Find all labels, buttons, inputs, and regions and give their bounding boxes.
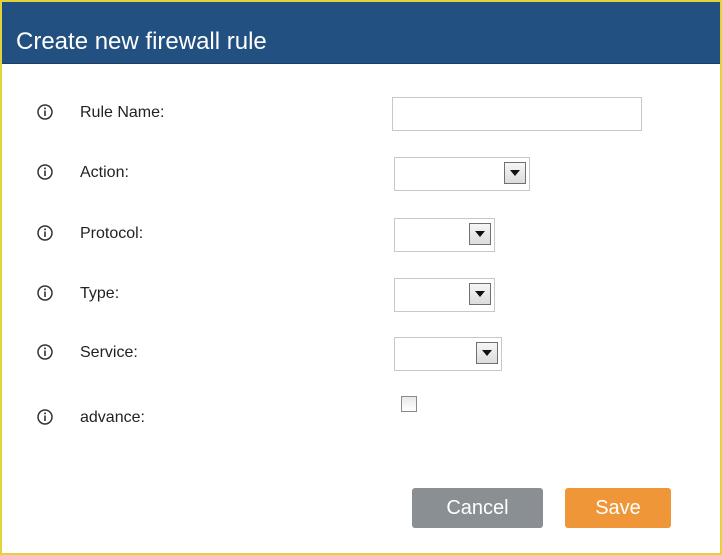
rule-name-row: Rule Name: <box>2 97 720 131</box>
action-label: Action: <box>80 164 129 181</box>
rule-name-label: Rule Name: <box>80 104 165 121</box>
chevron-down-icon[interactable] <box>476 342 498 364</box>
protocol-label: Protocol: <box>80 225 144 242</box>
action-select[interactable] <box>394 157 530 191</box>
advance-label: advance: <box>80 409 145 426</box>
chevron-down-icon[interactable] <box>469 283 491 305</box>
dialog-title: Create new firewall rule <box>16 28 267 55</box>
type-select[interactable] <box>394 278 495 312</box>
advance-checkbox[interactable] <box>401 396 417 412</box>
service-row: Service: <box>2 337 720 371</box>
type-row: Type: <box>2 278 720 312</box>
chevron-down-icon[interactable] <box>469 223 491 245</box>
info-icon[interactable] <box>37 104 53 120</box>
info-icon[interactable] <box>37 409 53 425</box>
rule-name-input[interactable] <box>392 97 642 131</box>
chevron-down-icon[interactable] <box>504 162 526 184</box>
service-select[interactable] <box>394 337 502 371</box>
action-row: Action: <box>2 157 720 191</box>
info-icon[interactable] <box>37 285 53 301</box>
info-icon[interactable] <box>37 344 53 360</box>
save-button[interactable]: Save <box>565 488 671 528</box>
service-label: Service: <box>80 344 138 361</box>
cancel-button[interactable]: Cancel <box>412 488 543 528</box>
type-label: Type: <box>80 285 120 302</box>
info-icon[interactable] <box>37 164 53 180</box>
protocol-row: Protocol: <box>2 218 720 252</box>
info-icon[interactable] <box>37 225 53 241</box>
dialog-titlebar: Create new firewall rule <box>2 2 720 64</box>
advance-row: advance: <box>2 396 720 436</box>
protocol-select[interactable] <box>394 218 495 252</box>
firewall-rule-dialog: Create new firewall rule Rule Name: Acti… <box>0 0 722 555</box>
